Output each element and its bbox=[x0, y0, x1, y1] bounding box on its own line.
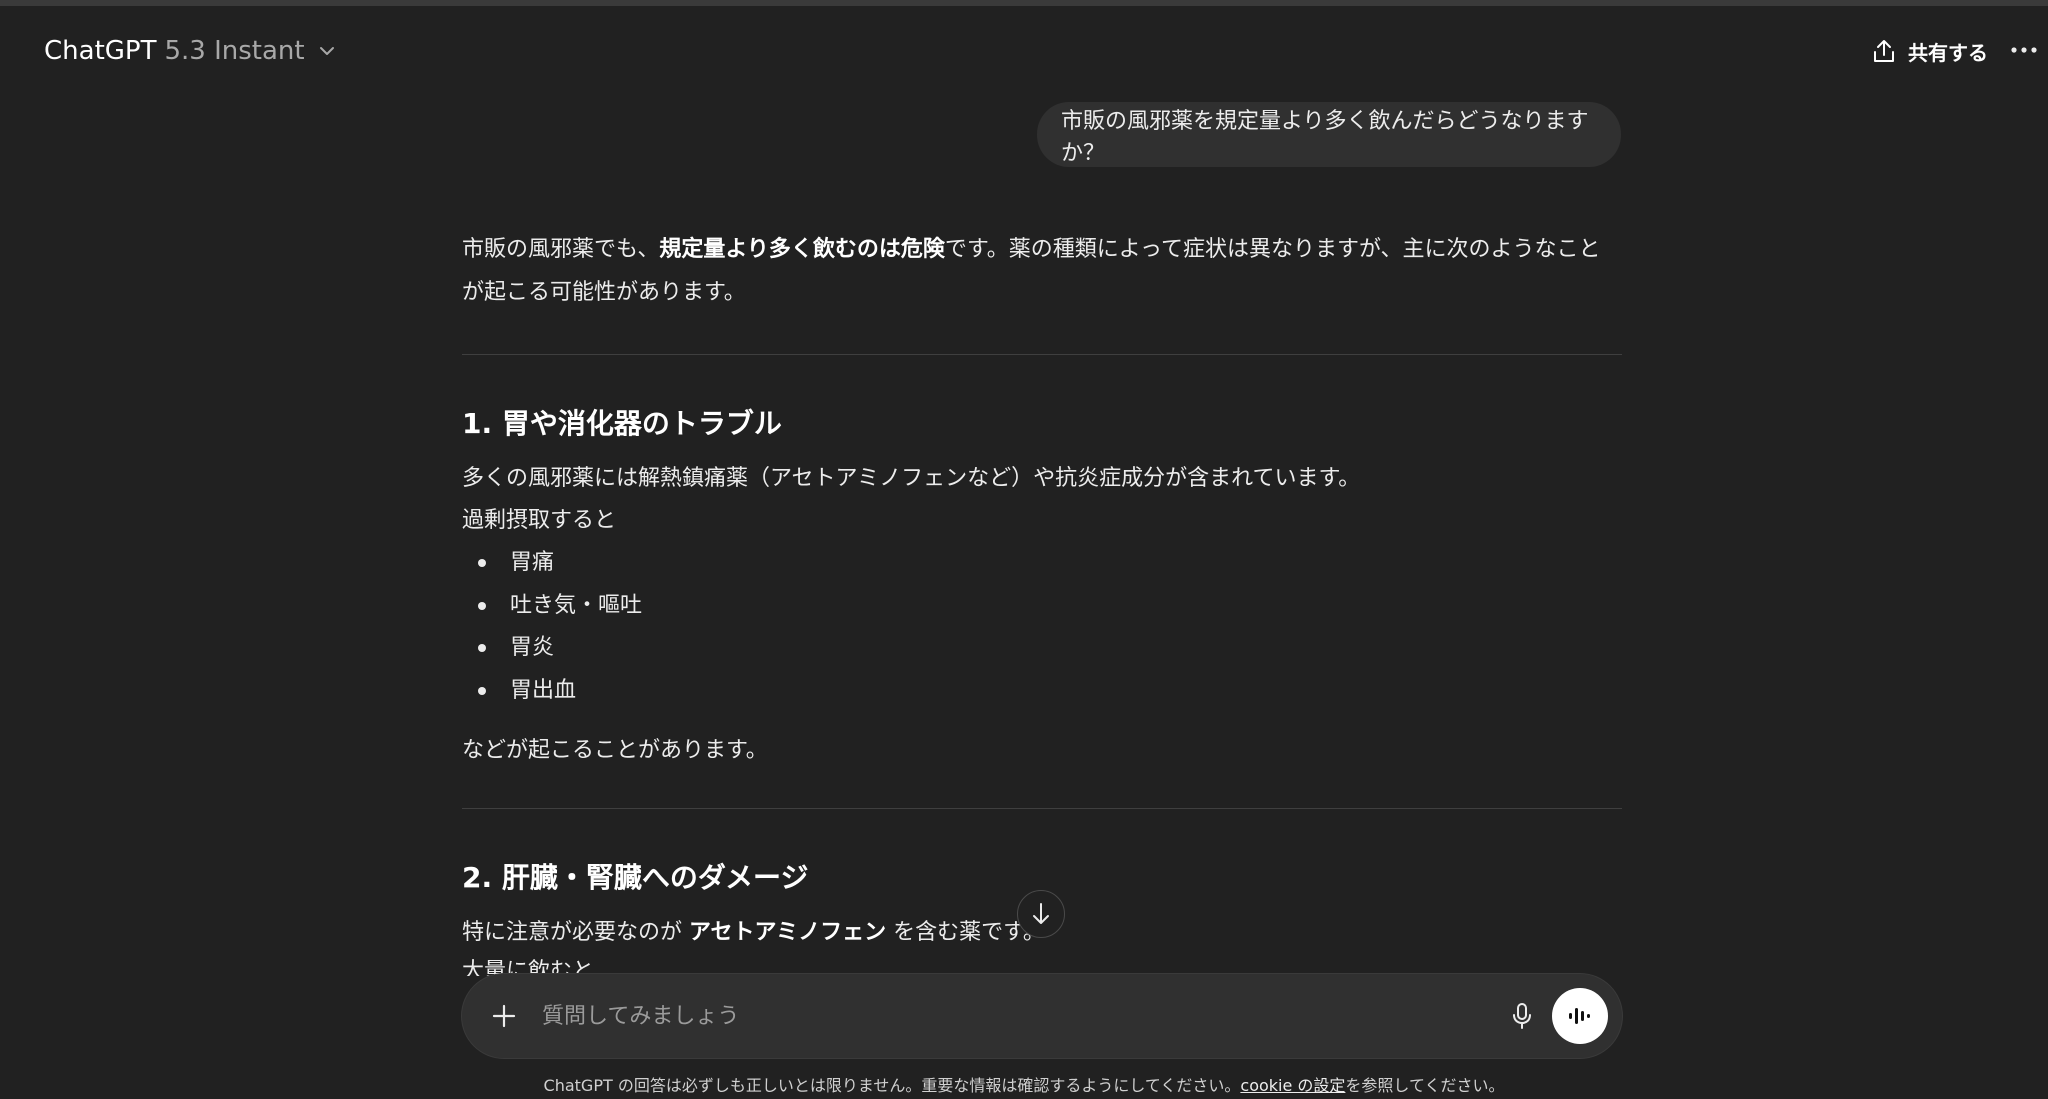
model-name: ChatGPT bbox=[44, 36, 157, 66]
composer bbox=[462, 974, 1622, 1058]
intro-bold: 規定量より多く飲むのは危険 bbox=[659, 237, 945, 262]
model-version: 5.3 Instant bbox=[164, 36, 305, 66]
scroll-to-bottom-button[interactable] bbox=[1017, 890, 1065, 938]
prompt-input[interactable] bbox=[542, 996, 1442, 1036]
list-item: 胃痛 bbox=[478, 542, 642, 585]
section-1-line-1: 多くの風邪薬には解熱鎮痛薬（アセトアミノフェンなど）や抗炎症成分が含まれています… bbox=[462, 466, 1361, 491]
list-item: 胃出血 bbox=[478, 670, 642, 713]
section-2-line-2-cut: 大量に飲むと bbox=[462, 959, 595, 976]
share-label: 共有する bbox=[1908, 40, 1988, 65]
user-message-bubble: 市販の風邪薬を規定量より多く飲んだらどうなりますか？ bbox=[1037, 102, 1621, 167]
section-1-closing: などが起こることがあります。 bbox=[462, 738, 768, 763]
cookie-settings-link[interactable]: cookie の設定 bbox=[1240, 1076, 1345, 1095]
share-button[interactable]: 共有する bbox=[1858, 28, 2002, 74]
list-item: 胃炎 bbox=[478, 627, 642, 670]
intro-text-1: 市販の風邪薬でも、 bbox=[462, 237, 660, 262]
voice-waveform-icon bbox=[1569, 1008, 1590, 1024]
list-item: 吐き気・嘔吐 bbox=[478, 585, 642, 628]
arrow-down-icon bbox=[1033, 903, 1049, 924]
plus-icon bbox=[492, 1004, 516, 1028]
section-2-bold: アセトアミノフェン bbox=[689, 920, 887, 945]
disclaimer-text-1: ChatGPT の回答は必ずしも正しいとは限りません。重要な情報は確認するように… bbox=[543, 1076, 1241, 1095]
microphone-icon bbox=[1513, 1003, 1531, 1029]
section-2-line-1: 特に注意が必要なのが アセトアミノフェン を含む薬です。 bbox=[462, 914, 1045, 946]
chevron-down-icon bbox=[319, 47, 334, 55]
section-2-heading: 2. 肝臓・腎臓へのダメージ bbox=[462, 861, 809, 894]
section-2-text-1: 特に注意が必要なのが bbox=[462, 920, 689, 945]
attach-button[interactable] bbox=[482, 994, 526, 1038]
assistant-intro: 市販の風邪薬でも、規定量より多く飲むのは危険です。薬の種類によって症状は異なりま… bbox=[462, 228, 1622, 314]
symptom-list: 胃痛 吐き気・嘔吐 胃炎 胃出血 bbox=[478, 542, 642, 712]
section-1-heading: 1. 胃や消化器のトラブル bbox=[462, 407, 782, 440]
model-selector-button[interactable]: ChatGPT 5.3 Instant bbox=[34, 28, 347, 74]
more-options-button[interactable] bbox=[2004, 30, 2044, 70]
voice-mode-button[interactable] bbox=[1552, 988, 1608, 1044]
disclaimer: ChatGPT の回答は必ずしも正しいとは限りません。重要な情報は確認するように… bbox=[0, 1072, 2048, 1096]
divider bbox=[462, 354, 1622, 355]
disclaimer-text-2: を参照してください。 bbox=[1345, 1076, 1505, 1095]
more-horizontal-icon bbox=[2011, 47, 2037, 53]
intro-paragraph: 市販の風邪薬でも、規定量より多く飲むのは危険です。薬の種類によって症状は異なりま… bbox=[462, 228, 1622, 314]
divider bbox=[462, 808, 1622, 809]
dictate-button[interactable] bbox=[1500, 994, 1544, 1038]
section-1-line-2: 過剰摂取すると bbox=[462, 508, 617, 533]
header: ChatGPT 5.3 Instant 共有する bbox=[0, 6, 2048, 86]
share-icon bbox=[1874, 40, 1894, 62]
